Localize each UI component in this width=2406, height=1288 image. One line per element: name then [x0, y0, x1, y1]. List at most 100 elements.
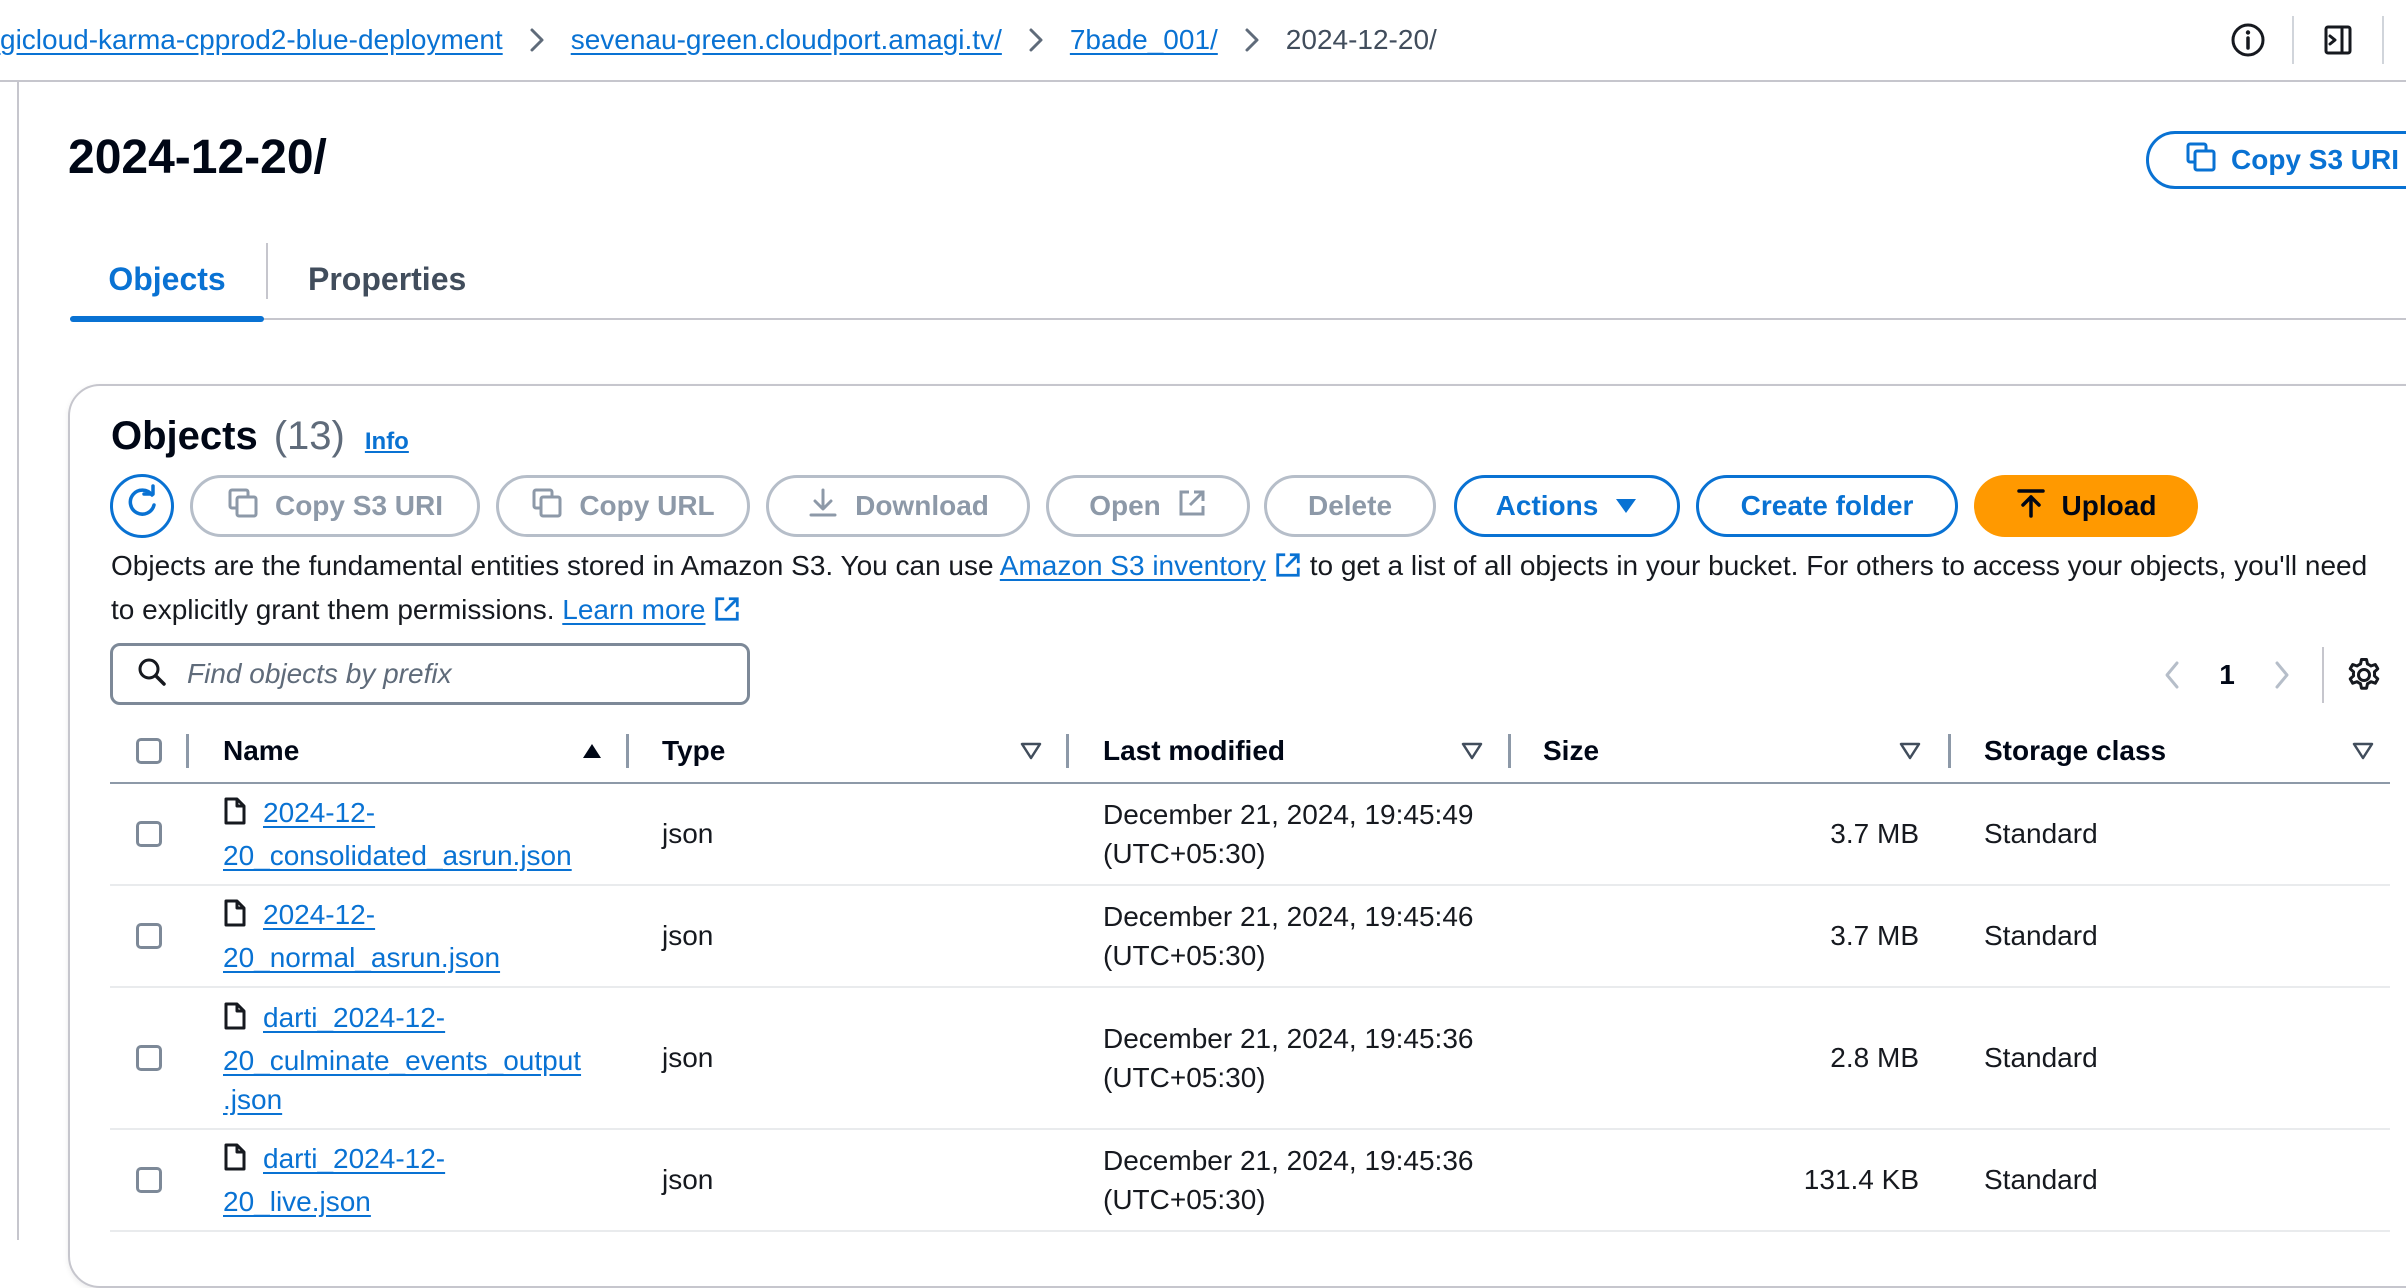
size-cell: 3.7 MB	[1830, 920, 1919, 951]
tab-properties[interactable]: Properties	[308, 240, 466, 318]
refresh-button[interactable]	[110, 474, 174, 538]
modified-timezone: (UTC+05:30)	[1103, 1184, 1266, 1215]
column-header-type[interactable]: Type	[662, 722, 1042, 780]
pagination: 1	[2152, 645, 2386, 705]
open-button[interactable]: Open	[1046, 475, 1250, 537]
file-icon	[223, 796, 247, 836]
tab-objects[interactable]: Objects	[70, 240, 264, 322]
search-icon	[137, 657, 167, 692]
breadcrumb-item-channel-folder[interactable]: 7bade_001/	[1070, 24, 1218, 56]
divider	[2322, 647, 2324, 703]
column-header-type-label: Type	[662, 735, 726, 766]
column-divider[interactable]	[1508, 734, 1511, 768]
tab-list: Objects Properties	[70, 240, 2406, 322]
copy-s3-uri-header-button[interactable]: Copy S3 URI	[2146, 131, 2406, 189]
page-number[interactable]: 1	[2192, 659, 2262, 691]
file-icon	[223, 1142, 247, 1182]
column-divider	[186, 734, 189, 768]
object-name-link[interactable]: 2024-12- 20_consolidated_asrun.json	[223, 793, 572, 875]
chevron-right-icon	[529, 27, 545, 53]
modified-date: December 21, 2024, 19:45:36	[1103, 1145, 1474, 1176]
table-row[interactable]: darti_2024-12- 20_live.json json December…	[110, 1130, 2390, 1232]
column-header-storage-class[interactable]: Storage class	[1984, 722, 2374, 780]
chevron-right-icon	[1244, 27, 1260, 53]
table-row[interactable]: darti_2024-12- 20_culminate_events_output…	[110, 988, 2390, 1130]
breadcrumb-item-bucket[interactable]: gicloud-karma-cpprod2-blue-deployment	[0, 24, 503, 56]
name-cell: 2024-12- 20_consolidated_asrun.json	[110, 784, 610, 884]
info-link[interactable]: Info	[365, 428, 409, 456]
s3-inventory-link-label: Amazon S3 inventory	[999, 550, 1266, 581]
tools-panel-icon[interactable]	[2316, 18, 2360, 62]
objects-count: (13)	[273, 414, 345, 458]
sort-icon	[1020, 722, 1042, 780]
modified-timezone: (UTC+05:30)	[1103, 1062, 1266, 1093]
info-circle-icon[interactable]	[2226, 18, 2270, 62]
type-cell: json	[662, 920, 714, 951]
upload-button[interactable]: Upload	[1974, 475, 2198, 537]
storage-class-cell: Standard	[1984, 1164, 2098, 1195]
side-panel-border	[17, 80, 19, 1240]
column-divider[interactable]	[626, 734, 629, 768]
s3-inventory-link[interactable]: Amazon S3 inventory	[1000, 550, 1302, 581]
object-name-part: darti_2024-12-	[263, 1143, 446, 1174]
column-divider[interactable]	[1948, 734, 1951, 768]
column-header-last-modified-label: Last modified	[1103, 735, 1286, 766]
divider	[2382, 16, 2384, 64]
object-name-part: 2024-12-	[263, 899, 376, 930]
delete-button[interactable]: Delete	[1264, 475, 1436, 537]
page-title: 2024-12-20/	[68, 131, 327, 184]
modified-date: December 21, 2024, 19:45:49	[1103, 799, 1474, 830]
upload-label: Upload	[2061, 490, 2157, 521]
search-field[interactable]	[110, 643, 750, 705]
modified-timezone: (UTC+05:30)	[1103, 838, 1266, 869]
column-header-storage-class-label: Storage class	[1984, 735, 2167, 766]
create-folder-label: Create folder	[1740, 490, 1914, 521]
column-header-last-modified[interactable]: Last modified	[1103, 722, 1483, 780]
search-input[interactable]	[185, 657, 729, 691]
copy-url-button[interactable]: Copy URL	[496, 475, 750, 537]
select-all-checkbox[interactable]	[136, 738, 162, 764]
last-modified-cell: December 21, 2024, 19:45:36 (UTC+05:30)	[1103, 1130, 1473, 1230]
size-cell: 2.8 MB	[1830, 1042, 1919, 1073]
sort-icon	[1461, 722, 1483, 780]
learn-more-link[interactable]: Learn more	[562, 594, 741, 625]
learn-more-label: Learn more	[562, 594, 706, 625]
breadcrumb-item-host-folder[interactable]: sevenau-green.cloudport.amagi.tv/	[571, 24, 1002, 56]
file-icon	[223, 898, 247, 938]
copy-url-label: Copy URL	[579, 490, 715, 521]
name-cell: darti_2024-12- 20_culminate_events_output…	[110, 988, 610, 1128]
object-name-link[interactable]: darti_2024-12- 20_live.json	[223, 1139, 445, 1221]
copy-icon	[531, 487, 563, 526]
object-name-link[interactable]: 2024-12- 20_normal_asrun.json	[223, 895, 500, 977]
top-icon-group	[2226, 0, 2406, 80]
file-icon	[223, 1001, 247, 1041]
object-name-link[interactable]: darti_2024-12- 20_culminate_events_output…	[223, 998, 581, 1119]
last-modified-cell: December 21, 2024, 19:45:46 (UTC+05:30)	[1103, 886, 1473, 986]
objects-table: Name Type Last modified Size Storage cla…	[110, 722, 2390, 1232]
type-cell: json	[662, 818, 714, 849]
tab-divider	[266, 243, 268, 299]
actions-dropdown-button[interactable]: Actions	[1454, 475, 1680, 537]
type-cell: json	[662, 1042, 714, 1073]
size-cell: 131.4 KB	[1803, 1164, 1919, 1195]
last-modified-cell: December 21, 2024, 19:45:36 (UTC+05:30)	[1103, 988, 1473, 1128]
column-header-size[interactable]: Size	[1543, 722, 1921, 780]
copy-s3-uri-button[interactable]: Copy S3 URI	[190, 475, 480, 537]
chevron-right-icon[interactable]	[2262, 655, 2302, 695]
breadcrumb-current: 2024-12-20/	[1285, 24, 1437, 55]
column-divider[interactable]	[1066, 734, 1069, 768]
table-row[interactable]: 2024-12- 20_normal_asrun.json json Decemb…	[110, 886, 2390, 988]
create-folder-button[interactable]: Create folder	[1696, 475, 1958, 537]
gear-icon[interactable]	[2342, 653, 2386, 697]
caret-down-icon	[1614, 490, 1638, 522]
external-link-icon	[1177, 488, 1207, 525]
modified-timezone: (UTC+05:30)	[1103, 940, 1266, 971]
download-button[interactable]: Download	[766, 475, 1030, 537]
chevron-left-icon[interactable]	[2152, 655, 2192, 695]
table-row[interactable]: 2024-12- 20_consolidated_asrun.json json …	[110, 784, 2390, 886]
column-header-name[interactable]: Name	[223, 722, 603, 780]
object-name-part: 20_culminate_events_output	[223, 1044, 582, 1076]
copy-s3-uri-label: Copy S3 URI	[274, 490, 444, 521]
object-name-part: .json	[223, 1083, 283, 1115]
chevron-right-icon	[1028, 27, 1044, 53]
